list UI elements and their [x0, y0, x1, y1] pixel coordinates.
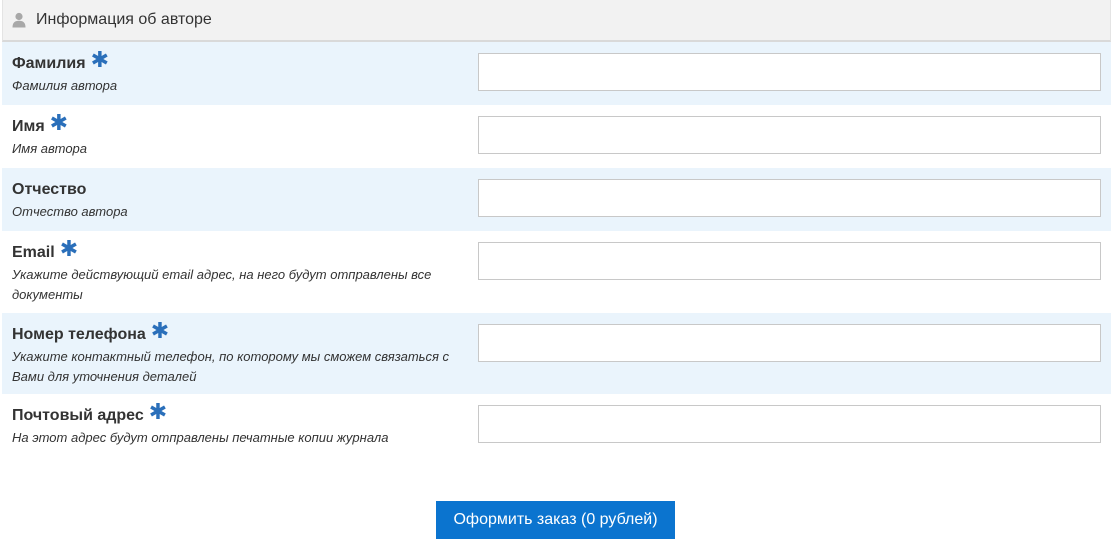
author-info-panel: Информация об авторе Фамилия ✱ Фамилия а…: [2, 0, 1111, 547]
field-hint-first-name: Имя автора: [12, 141, 88, 156]
label-block: Номер телефона ✱ Укажите контактный теле…: [12, 318, 452, 387]
first-name-input[interactable]: [478, 116, 1101, 154]
form-row-email: Email ✱ Укажите действующий email адрес,…: [2, 231, 1111, 313]
phone-input[interactable]: [478, 324, 1101, 362]
required-asterisk-icon: ✱: [148, 399, 168, 424]
field-label-first-name: Имя: [12, 118, 45, 135]
field-hint-postal-address: На этот адрес будут отправлены печатные …: [12, 430, 389, 445]
label-block: Почтовый адрес ✱ На этот адрес будут отп…: [12, 399, 452, 448]
patronymic-input[interactable]: [478, 179, 1101, 217]
field-hint-phone: Укажите контактный телефон, по которому …: [12, 349, 450, 384]
submit-area: Оформить заказ (0 рублей): [2, 501, 1111, 539]
panel-header: Информация об авторе: [2, 0, 1111, 42]
field-hint-email: Укажите действующий email адрес, на него…: [12, 267, 432, 302]
field-label-postal-address: Почтовый адрес: [12, 407, 144, 424]
label-block: Фамилия ✱ Фамилия автора: [12, 47, 452, 96]
submit-order-button[interactable]: Оформить заказ (0 рублей): [436, 501, 675, 539]
form-rows: Фамилия ✱ Фамилия автора Имя ✱ Имя автор…: [2, 42, 1111, 457]
required-asterisk-icon: ✱: [49, 110, 69, 135]
label-block: Email ✱ Укажите действующий email адрес,…: [12, 236, 452, 305]
label-block: Имя ✱ Имя автора: [12, 110, 452, 159]
field-label-last-name: Фамилия: [12, 55, 86, 72]
required-asterisk-icon: ✱: [150, 318, 170, 343]
form-row-first-name: Имя ✱ Имя автора: [2, 105, 1111, 168]
panel-title: Информация об авторе: [36, 11, 212, 28]
user-icon: [12, 12, 26, 28]
last-name-input[interactable]: [478, 53, 1101, 91]
form-row-phone: Номер телефона ✱ Укажите контактный теле…: [2, 313, 1111, 394]
field-label-phone: Номер телефона: [12, 326, 146, 343]
form-row-last-name: Фамилия ✱ Фамилия автора: [2, 42, 1111, 105]
field-hint-last-name: Фамилия автора: [12, 78, 118, 93]
field-label-email: Email: [12, 244, 55, 261]
required-asterisk-icon: ✱: [90, 47, 109, 72]
label-block: Отчество Отчество автора: [12, 180, 452, 222]
email-input[interactable]: [478, 242, 1101, 280]
postal-address-input[interactable]: [478, 405, 1101, 443]
form-row-patronymic: Отчество Отчество автора: [2, 168, 1111, 231]
field-hint-patronymic: Отчество автора: [12, 204, 128, 219]
field-label-patronymic: Отчество: [12, 181, 87, 198]
required-asterisk-icon: ✱: [59, 236, 79, 261]
form-row-postal-address: Почтовый адрес ✱ На этот адрес будут отп…: [2, 394, 1111, 457]
